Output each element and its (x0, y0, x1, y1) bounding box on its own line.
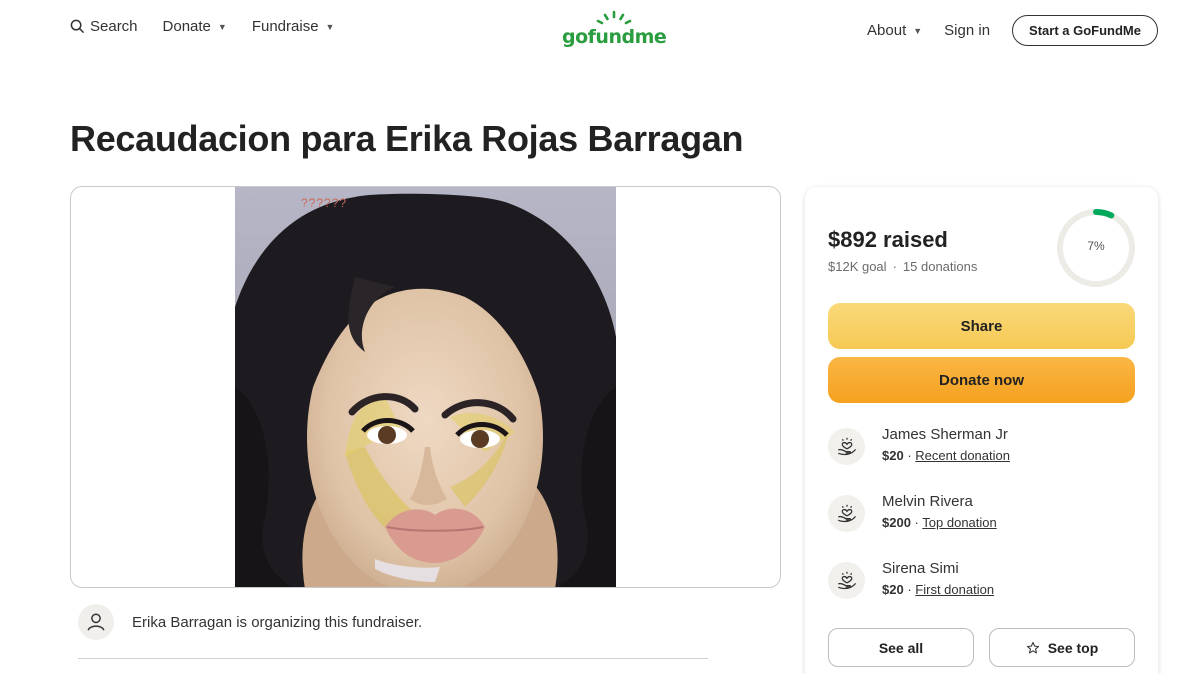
about-label: About (867, 22, 907, 39)
organizer-avatar (78, 604, 114, 640)
campaign-photo: ?????? (235, 187, 616, 587)
donate-label: Donate (162, 18, 211, 35)
donor-separator: · (914, 515, 919, 530)
section-divider (78, 658, 708, 659)
share-button[interactable]: Share (828, 303, 1135, 349)
donor-tag-link[interactable]: First donation (915, 582, 994, 597)
star-icon (1026, 641, 1039, 653)
goal-meta: $12K goal · 15 donations (828, 259, 977, 274)
site-header: Search Donate ▼ Fundraise ▼ gofundme Abo… (0, 0, 1200, 62)
nav-left: Search Donate ▼ Fundraise ▼ (70, 18, 334, 35)
about-menu[interactable]: About ▼ (867, 22, 922, 39)
portrait-illustration (235, 187, 616, 587)
signin-link[interactable]: Sign in (944, 22, 990, 39)
donor-item: James Sherman Jr $20 · Recent donation (828, 426, 1010, 465)
photo-overlay-text: ?????? (301, 196, 348, 210)
heart-hand-icon (828, 562, 865, 599)
meta-separator: · (892, 259, 897, 274)
donor-item: Melvin Rivera $200 · Top donation (828, 493, 997, 532)
heart-hand-icon (828, 428, 865, 465)
organizer-text: Erika Barragan is organizing this fundra… (132, 613, 423, 631)
page-title: Recaudacion para Erika Rojas Barragan (70, 118, 744, 159)
nav-right: About ▼ Sign in Start a GoFundMe (867, 15, 1158, 46)
donation-card: $892 raised $12K goal · 15 donations 7% … (805, 187, 1158, 674)
search-icon (70, 19, 85, 34)
search-link[interactable]: Search (70, 18, 138, 35)
donor-amount: $20 (882, 448, 904, 463)
start-gofundme-button[interactable]: Start a GoFundMe (1012, 15, 1158, 46)
donor-item: Sirena Simi $20 · First donation (828, 560, 994, 599)
donor-name: James Sherman Jr (882, 426, 1008, 443)
amount-raised: $892 raised (828, 227, 948, 252)
donor-separator: · (907, 448, 912, 463)
donor-name: Sirena Simi (882, 560, 959, 577)
goal-amount: $12K goal (828, 259, 887, 274)
donor-tag-link[interactable]: Top donation (922, 515, 996, 530)
logo-text: gofundme (562, 26, 667, 48)
campaign-hero[interactable]: ?????? (70, 186, 781, 588)
donor-name: Melvin Rivera (882, 493, 973, 510)
donation-count: 15 donations (902, 259, 978, 274)
progress-percent: 7% (1087, 239, 1105, 253)
fundraise-menu[interactable]: Fundraise ▼ (252, 18, 335, 35)
donor-tag-link[interactable]: Recent donation (915, 448, 1010, 463)
see-top-label: See top (1047, 639, 1099, 656)
caret-down-icon: ▼ (913, 25, 923, 36)
donate-now-button[interactable]: Donate now (828, 357, 1135, 403)
donate-menu[interactable]: Donate ▼ (163, 18, 227, 35)
organizer-row: Erika Barragan is organizing this fundra… (78, 604, 422, 640)
signin-label: Sign in (944, 22, 991, 39)
see-all-label: See all (878, 639, 924, 656)
caret-down-icon: ▼ (325, 21, 335, 32)
see-all-button[interactable]: See all (828, 628, 974, 667)
caret-down-icon: ▼ (217, 21, 227, 32)
user-icon (87, 613, 105, 631)
search-label: Search (90, 18, 138, 35)
see-top-button[interactable]: See top (989, 628, 1135, 667)
fundraise-label: Fundraise (251, 18, 319, 35)
donor-separator: · (907, 582, 912, 597)
donor-amount: $200 (882, 515, 911, 530)
donor-amount: $20 (882, 582, 904, 597)
heart-hand-icon (828, 495, 865, 532)
gofundme-logo[interactable]: gofundme (560, 10, 670, 52)
